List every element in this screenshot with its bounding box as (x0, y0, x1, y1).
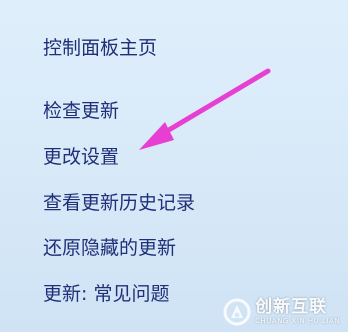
watermark-brand-name: 创新互联 (255, 297, 328, 317)
control-panel-task-pane: 控制面板主页 检查更新 更改设置 查看更新历史记录 还原隐藏的更新 更新: 常见… (0, 0, 348, 332)
control-panel-home-link[interactable]: 控制面板主页 (43, 36, 157, 60)
view-update-history-link[interactable]: 查看更新历史记录 (43, 191, 195, 215)
watermark: 创新互联 CHUANG XIN HU LIAN (223, 298, 340, 326)
watermark-brand-subtitle: CHUANG XIN HU LIAN (255, 317, 340, 325)
brand-logo-icon (223, 298, 251, 326)
change-settings-link[interactable]: 更改设置 (43, 145, 119, 169)
check-updates-link[interactable]: 检查更新 (43, 99, 119, 123)
updates-faq-link[interactable]: 更新: 常见问题 (43, 282, 169, 306)
restore-hidden-updates-link[interactable]: 还原隐藏的更新 (43, 236, 176, 260)
